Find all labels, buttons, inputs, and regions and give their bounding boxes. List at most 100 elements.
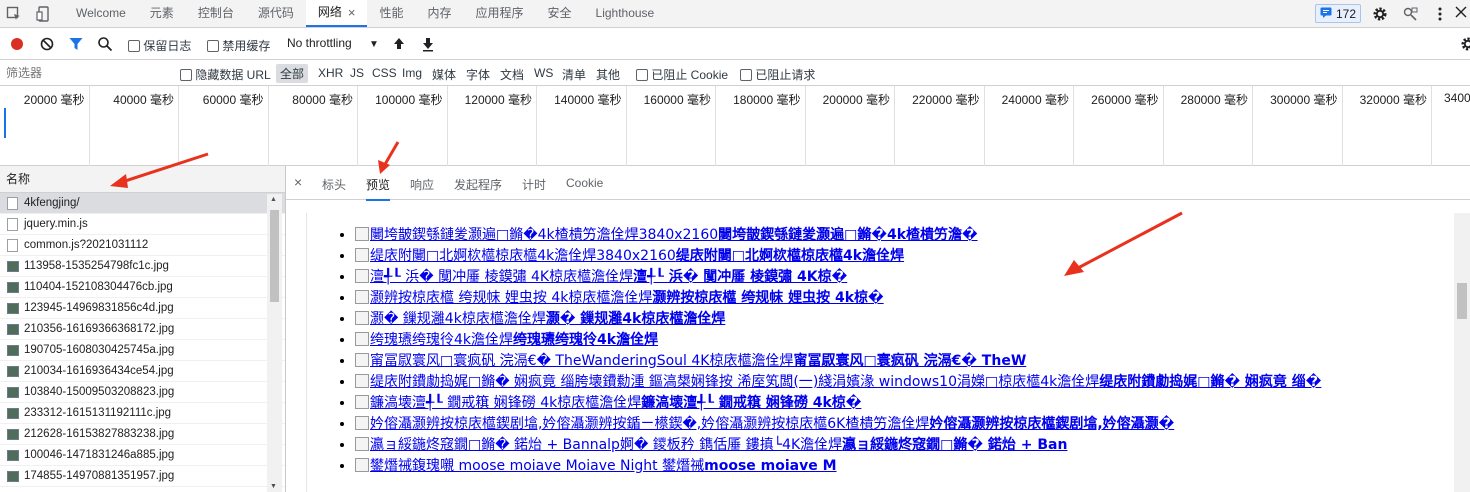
request-row[interactable]: 110404-152108304476cb.jpg bbox=[0, 277, 285, 298]
request-name: 210034-1616936434ce54.jpg bbox=[24, 365, 174, 377]
preview-link[interactable]: 甯冨叞寰风□寰疯矾 浣滆€� TheWanderingSoul 4K椋庡櫙澹佺焊… bbox=[355, 353, 1026, 369]
scroll-up-icon[interactable]: ▲ bbox=[270, 196, 277, 203]
request-row[interactable]: 190705-1608030425745a.jpg bbox=[0, 340, 285, 361]
close-devtools-icon[interactable] bbox=[1454, 5, 1470, 21]
tab-1[interactable]: 元素 bbox=[138, 0, 186, 27]
request-name: jquery.min.js bbox=[24, 218, 88, 230]
preview-link[interactable]: 鐢熸祴鍑瑰嚫 moose moiave Moiave Night 鐢熸祴moos… bbox=[355, 458, 837, 474]
request-row[interactable]: common.js?2021031112 bbox=[0, 235, 285, 256]
request-name: 103840-15009503208823.jpg bbox=[24, 386, 175, 398]
hide-data-urls-checkbox[interactable] bbox=[180, 69, 192, 81]
tab-7[interactable]: 应用程序 bbox=[463, 0, 535, 27]
preview-link[interactable]: 缇庡附闄□北婀栨櫙椋庡櫙4k澹佺焊3840x2160缇庡附闄□北婀栨櫙椋庡櫙4k… bbox=[355, 248, 904, 264]
device-toolbar-icon[interactable] bbox=[36, 6, 52, 22]
blocked-cookies-checkbox[interactable] bbox=[636, 69, 648, 81]
preview-link[interactable]: 绔瑰瓙绔瑰彾4k澹佺焊绔瑰瓙绔瑰彾4k澹佺焊 bbox=[355, 332, 658, 348]
tab-9[interactable]: Lighthouse bbox=[584, 0, 667, 27]
request-row[interactable]: 113958-1535254798fc1c.jpg bbox=[0, 256, 285, 277]
request-list-scrollbar[interactable]: ▲ ▼ bbox=[267, 194, 282, 492]
inspect-element-icon[interactable] bbox=[6, 6, 22, 22]
messages-badge[interactable]: 172 bbox=[1315, 4, 1361, 23]
tab-3[interactable]: 源代码 bbox=[246, 0, 306, 27]
blocked-requests-option[interactable]: 已阻止请求 bbox=[740, 66, 815, 83]
request-row[interactable]: 210356-16169366368172.jpg bbox=[0, 319, 285, 340]
request-list-scroll-thumb[interactable] bbox=[270, 210, 279, 302]
request-row[interactable]: 210034-1616936434ce54.jpg bbox=[0, 361, 285, 382]
timeline-overview[interactable]: 20000 毫秒 40000 毫秒 60000 毫秒 80000 毫秒 100000 毫… bbox=[0, 86, 1470, 166]
preview-link[interactable]: 鐮滈壊澶╃┖ 鐗戒簯 娴锋磱 4k椋庡櫙澹佺焊鐮滈壊澶╃┖ 鐗戒簯 娴锋磱 4k… bbox=[355, 395, 861, 411]
preview-link[interactable]: 妗傛灄灏辨按椋庡櫙鍥剧墖,妗傛灄灏辨按鍎ㄧ櫒鍥�,妗傛灄灏辨按椋庡櫙6K楂樻竻澹… bbox=[355, 416, 1174, 432]
link-title: 缇庡附闄□北婀栨櫙椋庡櫙4k澹佺焊 bbox=[675, 248, 905, 264]
settings-gear-icon[interactable] bbox=[1372, 6, 1388, 22]
filter-input[interactable] bbox=[0, 63, 168, 83]
preview-link[interactable]: 灏� 鏁规灉4k椋庡櫙澹佺焊灏� 鏁规灉4k椋庡櫙澹佺焊 bbox=[355, 311, 725, 327]
broken-image-icon bbox=[355, 290, 369, 304]
timeline-tick: 100000 毫秒 bbox=[358, 86, 448, 166]
filter-type-doc[interactable]: 文档 bbox=[500, 66, 524, 83]
preview-link[interactable]: 灏辨按椋庡櫙 绔规帓 娌虫按 4k椋庡櫙澹佺焊灏辨按椋庡櫙 绔规帓 娌虫按 4k… bbox=[355, 290, 884, 306]
filter-type-js[interactable]: JS bbox=[350, 66, 364, 80]
filter-type-media[interactable]: 媒体 bbox=[432, 66, 456, 83]
feedback-icon[interactable] bbox=[1402, 6, 1418, 22]
filter-type-css[interactable]: CSS bbox=[372, 66, 397, 80]
preview-link[interactable]: 瀛ョ綏鍦炵窛鐗□鏅� 鍩炲 + Bannalp婀� 鑁板矜 鐫佸厜 鏤搷└4K澹… bbox=[355, 437, 1067, 453]
tab-initiator[interactable]: 发起程序 bbox=[454, 176, 502, 193]
preview-scroll-thumb[interactable] bbox=[1457, 283, 1467, 319]
preview-link[interactable]: 闄垮皵鍥綔鏈夎灏遍□鏅�4k楂樻竻澹佺焊3840x2160闄垮皵鍥綔鏈夎灏遍□鏅… bbox=[355, 227, 978, 243]
filter-type-img[interactable]: Img bbox=[402, 66, 422, 80]
preview-link[interactable]: 缇庡附鐨勮捣娓□鏅� 娴疯竟 缁胯壊鐨勬湩 鏂滈槼娴锋按 浠庢笂闆(一)綫涓嬪湪… bbox=[355, 374, 1321, 390]
export-har-icon[interactable] bbox=[420, 36, 436, 52]
tab-4[interactable]: 网络 × bbox=[305, 0, 368, 27]
tab-6[interactable]: 内存 bbox=[415, 0, 463, 27]
filter-type-font[interactable]: 字体 bbox=[466, 66, 490, 83]
request-name: 210356-16169366368172.jpg bbox=[24, 323, 175, 335]
hide-data-urls-option[interactable]: 隐藏数据 URL bbox=[180, 66, 271, 83]
tab-2[interactable]: 控制台 bbox=[186, 0, 246, 27]
blocked-cookies-option[interactable]: 已阻止 Cookie bbox=[636, 66, 728, 83]
tab-8[interactable]: 安全 bbox=[536, 0, 584, 27]
preview-scrollbar[interactable] bbox=[1454, 213, 1470, 492]
tab-5[interactable]: 性能 bbox=[367, 0, 415, 27]
request-row[interactable]: 4kfengjing/ bbox=[0, 193, 285, 214]
request-name: common.js?2021031112 bbox=[24, 239, 149, 251]
throttling-select[interactable]: No throttling ▼ bbox=[287, 36, 379, 50]
tab-preview[interactable]: 预览 bbox=[366, 176, 391, 201]
request-row[interactable]: 233312-1615131192111c.jpg bbox=[0, 403, 285, 424]
blocked-cookies-label: 已阻止 Cookie bbox=[651, 68, 729, 82]
name-column-header[interactable]: 名称 bbox=[0, 166, 285, 193]
request-row[interactable]: 123945-14969831856c4d.jpg bbox=[0, 298, 285, 319]
tab-response[interactable]: 响应 bbox=[410, 176, 434, 193]
link-title: 灏� 鏁规灉4k椋庡櫙澹佺焊 bbox=[545, 311, 726, 327]
tab-timing[interactable]: 计时 bbox=[522, 176, 546, 193]
network-settings-gear-icon[interactable] bbox=[1460, 36, 1470, 52]
filter-type-ws[interactable]: WS bbox=[534, 66, 553, 80]
request-row[interactable]: 174855-14970881351957.jpg bbox=[0, 466, 285, 487]
request-row[interactable]: 103840-15009503208823.jpg bbox=[0, 382, 285, 403]
filter-type-xhr[interactable]: XHR bbox=[318, 66, 343, 80]
filter-type-manifest[interactable]: 清单 bbox=[562, 66, 586, 83]
blocked-requests-checkbox[interactable] bbox=[740, 69, 752, 81]
tab-cookies[interactable]: Cookie bbox=[566, 176, 603, 190]
filter-type-all[interactable]: 全部 bbox=[276, 64, 309, 83]
image-alt-text: 闄垮皵鍥綔鏈夎灏遍□鏅�4k楂樻竻澹佺焊3840x2160 bbox=[370, 227, 719, 243]
preserve-log-option[interactable]: 保留日志 bbox=[128, 37, 191, 53]
filter-funnel-icon[interactable] bbox=[68, 36, 84, 52]
disable-cache-option[interactable]: 禁用缓存 bbox=[207, 37, 270, 53]
record-button[interactable] bbox=[9, 36, 25, 52]
preview-link[interactable]: 澶╃┖ 浜� 闃冲厜 棱鏌彇 4K椋庡櫙澹佺焊澶╃┖ 浜� 闃冲厜 棱鏌彇 4K… bbox=[355, 269, 847, 285]
close-tab-icon[interactable]: × bbox=[348, 0, 356, 26]
clear-icon[interactable] bbox=[39, 36, 55, 52]
more-options-icon[interactable] bbox=[1432, 6, 1448, 22]
close-detail-icon[interactable]: × bbox=[294, 174, 302, 190]
request-row[interactable]: jquery.min.js bbox=[0, 214, 285, 235]
search-icon[interactable] bbox=[97, 36, 113, 52]
import-har-icon[interactable] bbox=[391, 36, 407, 52]
scroll-down-icon[interactable]: ▼ bbox=[270, 483, 277, 490]
tab-headers[interactable]: 标头 bbox=[322, 176, 346, 193]
request-row[interactable]: 100046-1471831246a885.jpg bbox=[0, 445, 285, 466]
request-row[interactable]: 212628-16153827883238.jpg bbox=[0, 424, 285, 445]
tab-0[interactable]: Welcome bbox=[64, 0, 138, 27]
disable-cache-checkbox[interactable] bbox=[207, 40, 219, 52]
filter-type-other[interactable]: 其他 bbox=[596, 66, 620, 83]
preserve-log-checkbox[interactable] bbox=[128, 40, 140, 52]
